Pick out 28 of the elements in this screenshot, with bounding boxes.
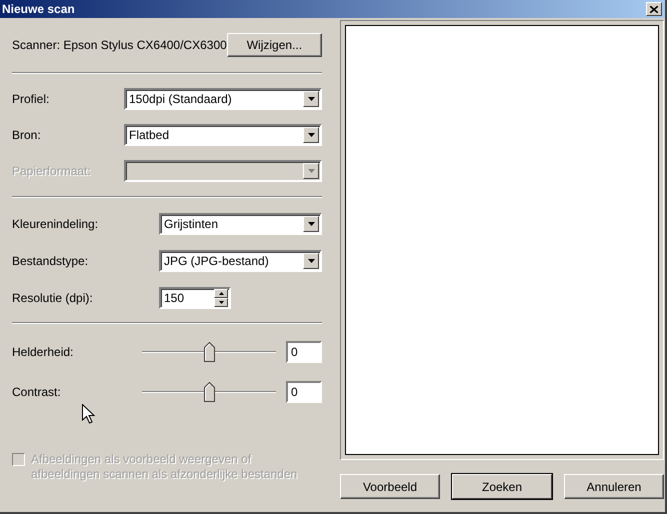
field-label: Bestandstype: xyxy=(12,254,88,268)
slider-track[interactable] xyxy=(142,382,276,402)
slider-thumb[interactable] xyxy=(204,382,215,402)
slider-label: Contrast: xyxy=(12,385,61,399)
dialog-button[interactable]: Annuleren xyxy=(564,474,664,499)
spin-field[interactable]: 150 xyxy=(159,286,231,308)
field-label: Kleurenindeling: xyxy=(12,216,98,230)
dialog-button[interactable]: Voorbeeld xyxy=(340,474,440,499)
close-icon[interactable] xyxy=(650,6,658,12)
slider-track[interactable] xyxy=(142,342,276,362)
dropdown[interactable]: Flatbed xyxy=(124,124,322,146)
value-field[interactable]: 0 xyxy=(286,341,322,363)
dialog-button[interactable]: Zoeken xyxy=(452,474,552,499)
field-label: Resolutie (dpi): xyxy=(12,290,93,304)
dropdown[interactable]: JPG (JPG-bestand) xyxy=(159,250,322,272)
value-field[interactable]: 0 xyxy=(286,381,322,403)
dropdown[interactable]: Grijstinten xyxy=(159,212,322,234)
slider-thumb[interactable] xyxy=(204,342,215,362)
change-button[interactable]: Wijzigen... xyxy=(226,33,322,57)
field-label: Profiel: xyxy=(12,92,50,106)
window-title: Nieuwe scan xyxy=(2,2,75,16)
spin-up-icon[interactable] xyxy=(214,288,228,298)
cursor-icon xyxy=(82,404,95,424)
dropdown[interactable]: 150dpi (Standaard) xyxy=(124,88,322,110)
close-button[interactable] xyxy=(646,2,662,16)
slider-label: Helderheid: xyxy=(12,345,74,359)
scanner-label: Scanner: Epson Stylus CX6400/CX6300 xyxy=(12,38,227,52)
field-label: Bron: xyxy=(12,128,41,142)
